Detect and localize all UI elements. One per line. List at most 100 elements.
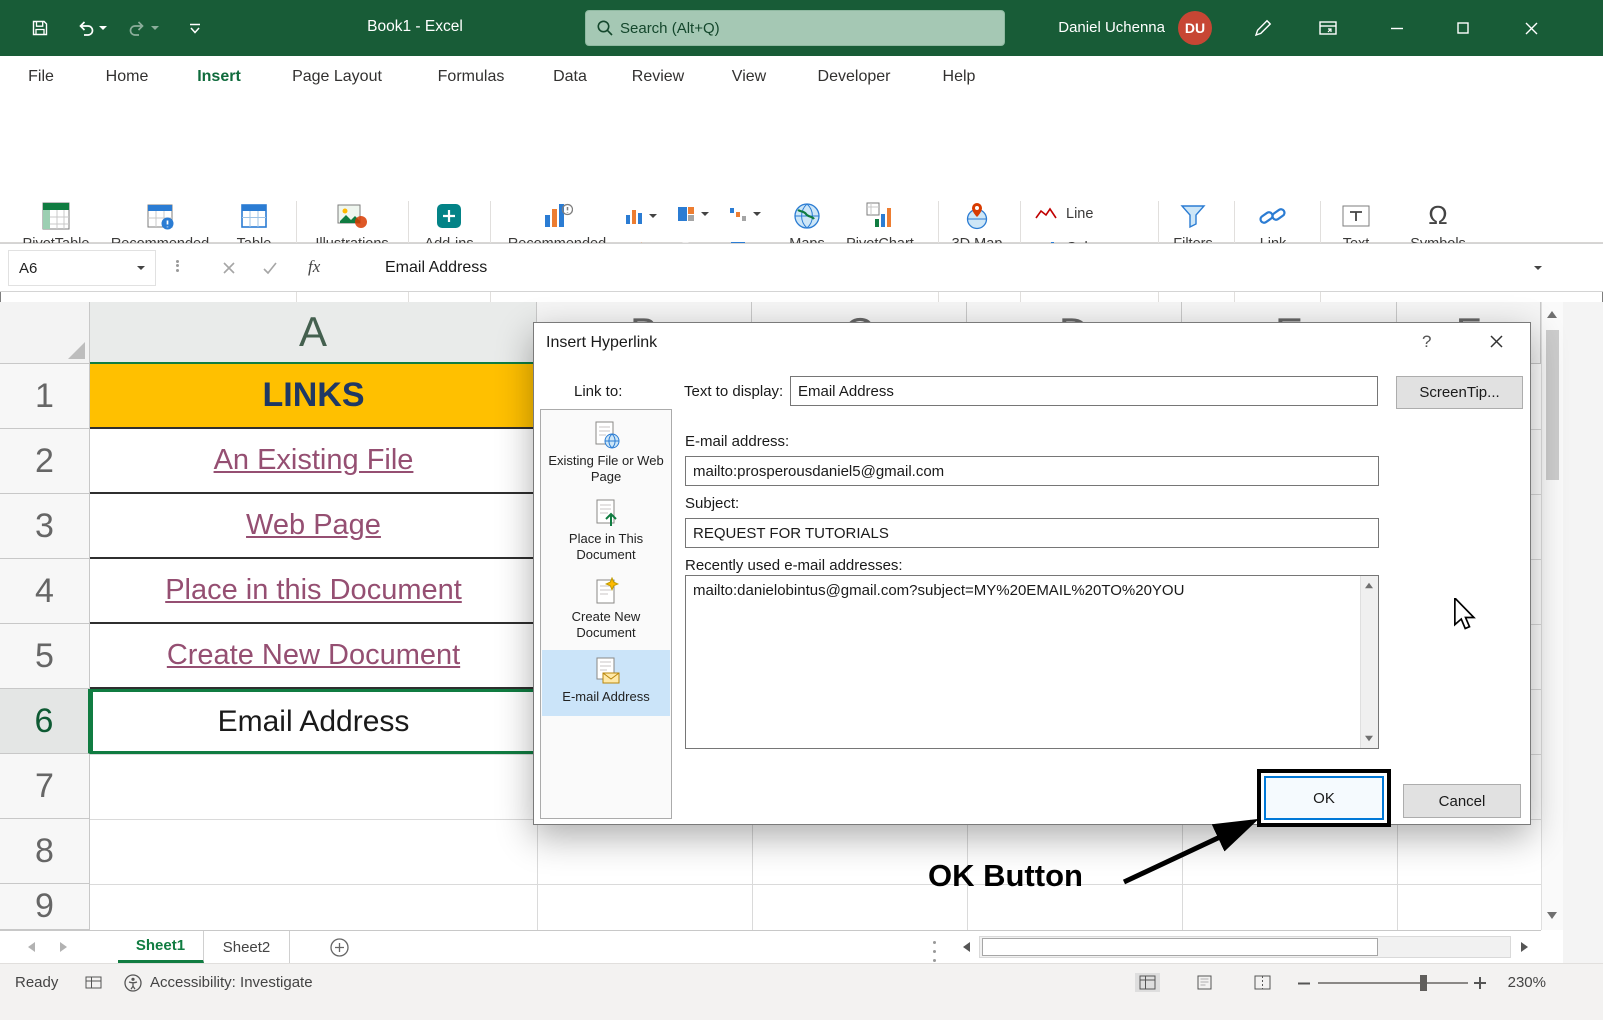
maximize-button[interactable] xyxy=(1456,13,1470,43)
redo-dropdown-icon[interactable] xyxy=(151,26,159,30)
scroll-up-icon[interactable] xyxy=(1365,583,1373,589)
accessibility-icon[interactable] xyxy=(124,974,142,992)
tab-bar-divider-handle[interactable] xyxy=(933,939,936,963)
tab-file[interactable]: File xyxy=(28,56,54,97)
subject-input[interactable]: REQUEST FOR TUTORIALS xyxy=(685,518,1379,548)
avatar[interactable]: DU xyxy=(1178,11,1212,45)
vertical-scrollbar-thumb[interactable] xyxy=(1546,330,1559,480)
row-header-5[interactable]: 5 xyxy=(0,624,90,689)
cell-a2[interactable]: An Existing File xyxy=(90,429,537,494)
scroll-down-icon[interactable] xyxy=(1365,736,1373,742)
expand-formula-bar-icon[interactable] xyxy=(1534,266,1542,270)
cancel-entry-icon[interactable] xyxy=(222,261,236,275)
name-box[interactable]: A6 xyxy=(8,250,156,286)
scroll-up-icon[interactable] xyxy=(1547,311,1557,318)
select-all-corner[interactable] xyxy=(0,302,90,364)
minimize-button[interactable] xyxy=(1390,13,1404,43)
screentip-button[interactable]: ScreenTip... xyxy=(1396,376,1523,409)
row-header-1[interactable]: 1 xyxy=(0,364,90,429)
row-header-8[interactable]: 8 xyxy=(0,819,90,884)
sheet-nav-left-icon[interactable] xyxy=(28,942,35,952)
gridline xyxy=(90,819,537,820)
tab-developer[interactable]: Developer xyxy=(818,56,891,97)
horizontal-scrollbar-thumb[interactable] xyxy=(982,938,1378,956)
sidebar-item-label: Place in This Document xyxy=(544,531,668,564)
close-button[interactable] xyxy=(1524,13,1539,43)
help-icon[interactable]: ? xyxy=(1422,332,1431,352)
sheet-nav-right-icon[interactable] xyxy=(60,942,67,952)
scroll-down-icon[interactable] xyxy=(1547,912,1557,919)
ok-button[interactable]: OK xyxy=(1264,776,1384,820)
tab-review[interactable]: Review xyxy=(632,56,684,97)
tab-help[interactable]: Help xyxy=(943,56,976,97)
listbox-scrollbar[interactable] xyxy=(1360,576,1378,748)
hscroll-right-icon[interactable] xyxy=(1515,936,1533,958)
undo-dropdown-icon[interactable] xyxy=(99,26,107,30)
text-to-display-input[interactable]: Email Address xyxy=(790,376,1378,406)
sheet-tab-sheet1[interactable]: Sheet1 xyxy=(118,931,204,963)
pen-icon[interactable] xyxy=(1253,13,1273,43)
undo-icon[interactable] xyxy=(76,13,107,43)
page-break-view-icon[interactable] xyxy=(1254,975,1271,990)
tab-home[interactable]: Home xyxy=(106,56,149,97)
row-header-7[interactable]: 7 xyxy=(0,754,90,819)
row-header-3[interactable]: 3 xyxy=(0,494,90,559)
tab-insert[interactable]: Insert xyxy=(197,56,241,97)
normal-view-icon[interactable] xyxy=(1135,973,1160,992)
hscroll-left-icon[interactable] xyxy=(957,936,975,958)
save-icon[interactable] xyxy=(30,13,50,43)
sidebar-item-label: Create New Document xyxy=(544,609,668,642)
vertical-scrollbar[interactable] xyxy=(1541,302,1563,930)
column-chart-button[interactable] xyxy=(624,203,657,229)
row-header-4[interactable]: 4 xyxy=(0,559,90,624)
zoom-out-icon[interactable] xyxy=(1298,982,1310,985)
zoom-slider-thumb[interactable] xyxy=(1420,975,1427,991)
tab-view[interactable]: View xyxy=(732,56,766,97)
ribbon-display-options-icon[interactable] xyxy=(1318,13,1338,43)
column-header-a[interactable]: A xyxy=(90,302,537,364)
row-header-2[interactable]: 2 xyxy=(0,429,90,494)
drag-handle-icon[interactable] xyxy=(176,258,179,273)
insert-function-icon[interactable]: fx xyxy=(308,257,320,277)
recent-email-item[interactable]: mailto:danielobintus@gmail.com?subject=M… xyxy=(693,582,1184,599)
cell-a4[interactable]: Place in this Document xyxy=(90,559,537,624)
sidebar-item-create-new-document[interactable]: Create New Document xyxy=(542,570,670,649)
confirm-entry-icon[interactable] xyxy=(262,261,278,275)
row-header-9[interactable]: 9 xyxy=(0,884,90,930)
sidebar-item-place-in-document[interactable]: Place in This Document xyxy=(542,492,670,571)
tab-page-layout[interactable]: Page Layout xyxy=(292,56,382,97)
email-address-input[interactable]: mailto:prosperousdaniel5@gmail.com xyxy=(685,456,1379,486)
accessibility-status[interactable]: Accessibility: Investigate xyxy=(150,974,313,991)
horizontal-scrollbar[interactable] xyxy=(979,936,1511,958)
search-box[interactable]: Search (Alt+Q) xyxy=(585,10,1005,46)
customize-quick-access-icon[interactable] xyxy=(188,13,202,43)
table-icon xyxy=(239,199,269,233)
zoom-in-icon[interactable] xyxy=(1474,977,1486,989)
cell-a1[interactable]: LINKS xyxy=(90,364,537,429)
zoom-level[interactable]: 230% xyxy=(1494,974,1546,991)
dialog-close-icon[interactable] xyxy=(1489,334,1504,349)
row-header-6[interactable]: 6 xyxy=(0,689,90,754)
formula-bar-value[interactable]: Email Address xyxy=(385,244,487,291)
sheet-tab-sheet2[interactable]: Sheet2 xyxy=(204,931,290,963)
waterfall-chart-button[interactable] xyxy=(728,201,761,227)
user-name[interactable]: Daniel Uchenna xyxy=(1030,19,1165,36)
zoom-slider-track[interactable] xyxy=(1318,982,1468,984)
page-layout-view-icon[interactable] xyxy=(1196,975,1213,990)
mouse-cursor xyxy=(1452,598,1476,630)
cell-a6-selected[interactable]: Email Address xyxy=(90,689,537,754)
email-address-label: E-mail address: xyxy=(685,433,789,450)
cell-a5[interactable]: Create New Document xyxy=(90,624,537,689)
sidebar-item-email-address[interactable]: E-mail Address xyxy=(542,650,670,716)
recently-used-listbox[interactable]: mailto:danielobintus@gmail.com?subject=M… xyxy=(685,575,1379,749)
redo-icon[interactable] xyxy=(128,13,159,43)
hierarchy-chart-button[interactable] xyxy=(676,201,709,227)
macro-record-icon[interactable] xyxy=(85,975,103,991)
new-sheet-button[interactable] xyxy=(330,938,349,957)
sidebar-item-existing-file[interactable]: Existing File or Web Page xyxy=(542,414,670,493)
cancel-button[interactable]: Cancel xyxy=(1403,784,1521,818)
sparkline-line-button[interactable]: Line xyxy=(1034,201,1093,227)
tab-formulas[interactable]: Formulas xyxy=(438,56,505,97)
cell-a3[interactable]: Web Page xyxy=(90,494,537,559)
tab-data[interactable]: Data xyxy=(553,56,587,97)
